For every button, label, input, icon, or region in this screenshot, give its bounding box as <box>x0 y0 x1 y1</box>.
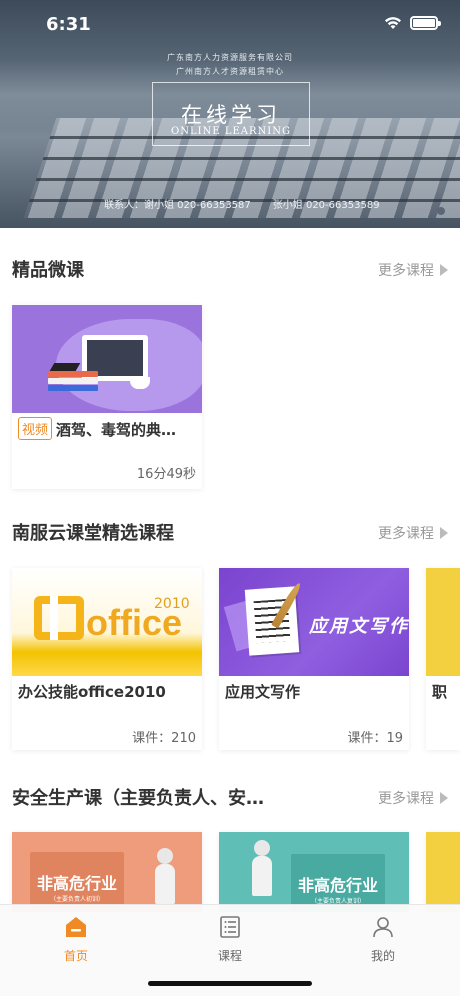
tab-label: 首页 <box>63 949 88 963</box>
section-title: 安全生产课（主要负责人、安… <box>12 788 264 809</box>
tab-label: 课程 <box>217 949 242 963</box>
course-thumbnail: 非高危行业 （主要负责人复训） <box>219 832 409 912</box>
figure-head <box>157 848 173 864</box>
course-card[interactable]: 应用文写作 应用文写作 课件：19 <box>219 568 409 750</box>
section-title: 精品微课 <box>12 260 84 281</box>
section-title: 南服云课堂精选课程 <box>12 523 174 544</box>
course-card[interactable]: 视频 酒驾、毒驾的典… 16分49秒 <box>12 305 202 489</box>
thumbnail-subtext: （主要负责人初训） <box>49 896 104 903</box>
course-card[interactable]: 职 <box>426 568 460 750</box>
figure-head <box>254 840 270 856</box>
course-card[interactable]: 2010 office 办公技能office2010 课件：210 <box>12 568 202 750</box>
more-courses-label: 更多课程 <box>378 526 434 542</box>
section-header-safety: 安全生产课（主要负责人、安… 更多课程 <box>0 784 460 814</box>
tab-courses[interactable]: 课程 <box>180 911 280 967</box>
course-name: 办公技能office2010 <box>18 683 166 701</box>
section-header-featured: 南服云课堂精选课程 更多课程 <box>0 519 460 549</box>
courseware-count: 课件：19 <box>347 731 403 746</box>
tab-label: 我的 <box>370 949 395 963</box>
more-courses-link[interactable]: 更多课程 <box>378 523 448 543</box>
course-card[interactable] <box>426 832 460 912</box>
course-card[interactable]: 非高危行业 （主要负责人复训） <box>219 832 409 912</box>
arrow-right-icon <box>440 527 448 539</box>
sign-board: 非高危行业 （主要负责人复训） <box>291 854 385 910</box>
status-time: 6:31 <box>46 14 91 35</box>
graduation-cap-illustration <box>49 363 81 371</box>
banner-contact: 联系人：谢小姐 020-66353587 张小姐 020-66353589 <box>104 196 402 211</box>
status-icons <box>384 16 441 30</box>
banner-title-box: 在线学习 ONLINE LEARNING <box>152 82 310 146</box>
thumbnail-text: 应用文写作 <box>309 616 409 637</box>
sign-board: 非高危行业 （主要负责人初训） <box>30 852 124 908</box>
book-illustration <box>48 385 98 391</box>
thumbnail-text: 非高危行业 <box>297 876 378 895</box>
contact-2: 张小姐 020-66353589 <box>272 200 380 211</box>
more-courses-link[interactable]: 更多课程 <box>378 788 448 808</box>
office-logo-icon <box>34 596 84 640</box>
course-thumbnail: 非高危行业 （主要负责人初训） <box>12 832 202 912</box>
book-illustration <box>48 371 98 377</box>
banner-company-name: 广东南方人力资源服务有限公司 <box>167 53 293 62</box>
person-figure-icon <box>249 840 275 910</box>
thumbnail-text: 非高危行业 <box>36 874 117 893</box>
tab-home[interactable]: 首页 <box>26 911 126 967</box>
book-illustration <box>48 378 98 384</box>
course-thumbnail <box>12 305 202 413</box>
figure-body <box>252 856 272 896</box>
course-name: 应用文写作 <box>225 683 301 701</box>
battery-icon <box>410 16 441 30</box>
section-header-micro-courses: 精品微课 更多课程 <box>0 256 460 286</box>
course-card[interactable]: 非高危行业 （主要负责人初训） <box>12 832 202 912</box>
course-title: 视频 酒驾、毒驾的典… <box>18 417 198 440</box>
profile-icon <box>373 917 393 938</box>
course-list-icon <box>220 916 240 938</box>
cup-illustration <box>130 377 150 389</box>
course-name: 酒驾、毒驾的典… <box>56 421 177 439</box>
home-icon <box>66 917 86 937</box>
course-name: 职 <box>432 683 448 701</box>
tab-profile[interactable]: 我的 <box>333 911 433 967</box>
course-thumbnail <box>426 568 460 676</box>
status-bar: 6:31 <box>0 0 460 50</box>
home-indicator[interactable] <box>148 981 312 986</box>
banner-subtitle: ONLINE LEARNING <box>171 126 291 137</box>
person-figure-icon <box>152 848 178 912</box>
course-duration: 16分49秒 <box>136 467 196 482</box>
course-thumbnail: 2010 office <box>12 568 202 676</box>
wifi-icon <box>384 16 402 30</box>
course-thumbnail: 应用文写作 <box>219 568 409 676</box>
course-thumbnail <box>426 832 460 912</box>
video-tag: 视频 <box>18 417 53 440</box>
more-courses-label: 更多课程 <box>378 791 434 807</box>
more-courses-label: 更多课程 <box>378 263 434 279</box>
arrow-right-icon <box>440 792 448 804</box>
courseware-count: 课件：210 <box>132 731 196 746</box>
more-courses-link[interactable]: 更多课程 <box>378 260 448 280</box>
figure-body <box>155 864 175 904</box>
contact-1: 联系人：谢小姐 020-66353587 <box>104 200 251 211</box>
carousel-page-indicator[interactable] <box>437 207 445 215</box>
arrow-right-icon <box>440 264 448 276</box>
office-wordmark: office <box>86 602 183 643</box>
banner-company-name-2: 广州南方人才资源租赁中心 <box>176 67 284 76</box>
banner-title: 在线学习 <box>181 103 281 127</box>
